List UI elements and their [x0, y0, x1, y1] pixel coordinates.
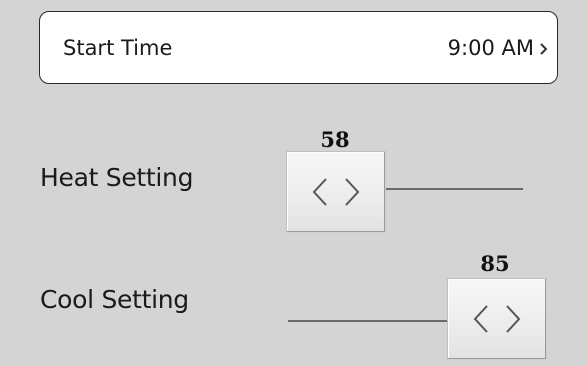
cool-value-label: 85 — [480, 251, 510, 276]
start-time-value-group: 9:00 AM — [448, 36, 549, 60]
cool-setting-label: Cool Setting — [40, 285, 189, 314]
start-time-selector[interactable]: Start Time 9:00 AM — [39, 11, 558, 84]
heat-slider-thumb[interactable] — [286, 151, 386, 233]
cool-slider-track[interactable] — [288, 320, 448, 322]
heat-value-label: 58 — [320, 127, 350, 152]
start-time-label: Start Time — [63, 35, 173, 60]
heat-slider-track[interactable] — [386, 188, 523, 190]
left-right-arrows-icon — [312, 178, 360, 206]
cool-slider-thumb[interactable] — [447, 278, 547, 360]
heat-setting-label: Heat Setting — [40, 163, 194, 192]
start-time-value: 9:00 AM — [447, 35, 534, 60]
left-right-arrows-icon — [473, 305, 521, 333]
chevron-right-icon — [539, 37, 549, 55]
